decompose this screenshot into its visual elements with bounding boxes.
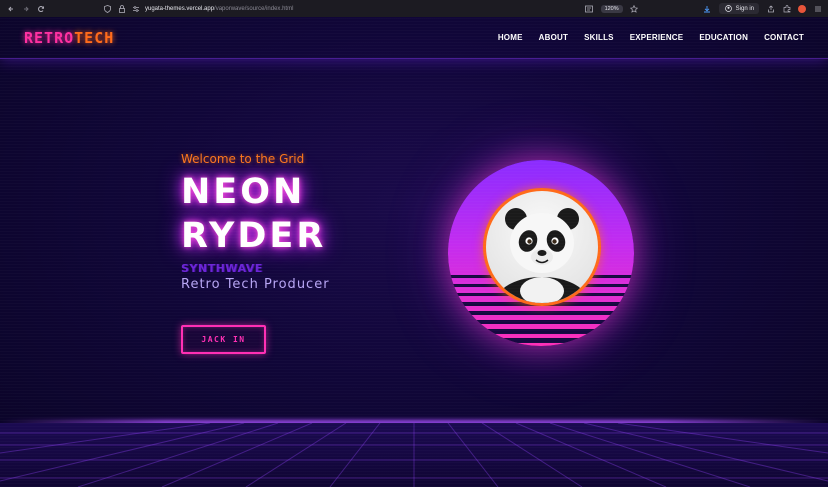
site-logo[interactable]: RETRO TECH <box>24 29 114 47</box>
site-header: RETRO TECH HOME ABOUT SKILLS EXPERIENCE … <box>0 17 828 59</box>
menu-icon[interactable] <box>813 4 822 13</box>
nav-home[interactable]: HOME <box>498 33 523 42</box>
jack-in-button[interactable]: JACK IN <box>181 325 266 354</box>
download-icon[interactable] <box>703 4 712 13</box>
nav-experience[interactable]: EXPERIENCE <box>630 33 684 42</box>
hero-name-line-2: RYDER <box>181 216 327 256</box>
zoom-level[interactable]: 120% <box>600 4 623 13</box>
sun-stripe <box>448 338 634 343</box>
sun-stripe <box>448 311 634 315</box>
grid-floor-lines <box>0 422 828 487</box>
panda-illustration <box>498 208 586 303</box>
nav-skills[interactable]: SKILLS <box>584 33 614 42</box>
permissions-icon[interactable] <box>131 4 140 13</box>
avatar-panda <box>483 188 601 306</box>
hero-welcome: Welcome to the Grid <box>181 152 305 166</box>
nav-education[interactable]: EDUCATION <box>699 33 748 42</box>
grid-floor <box>0 422 828 487</box>
address-bar[interactable]: yugata-themes.vercel.app/vaporwave/sourc… <box>103 4 579 13</box>
browser-toolbar: yugata-themes.vercel.app/vaporwave/sourc… <box>0 0 828 17</box>
sign-in-label: Sign in <box>735 5 754 12</box>
account-icon <box>724 4 733 13</box>
hero-role: Retro Tech Producer <box>181 277 330 292</box>
hero-text: Welcome to the Grid NEON RYDER SYNTHWAVE… <box>181 152 401 292</box>
nav-about[interactable]: ABOUT <box>539 33 568 42</box>
sun-stripe <box>448 320 634 324</box>
extension-icon[interactable] <box>798 4 806 13</box>
share-icon[interactable] <box>766 4 775 13</box>
sun-stripe <box>448 329 634 334</box>
bookmark-star-icon[interactable] <box>630 4 639 13</box>
logo-part-2: TECH <box>74 28 115 47</box>
reader-view-icon[interactable] <box>585 4 594 13</box>
hero-subtitle: SYNTHWAVE <box>181 262 263 275</box>
logo-part-1: RETRO <box>24 28 75 47</box>
page: RETRO TECH HOME ABOUT SKILLS EXPERIENCE … <box>0 17 828 487</box>
shield-icon[interactable] <box>103 4 112 13</box>
lock-icon[interactable] <box>117 4 126 13</box>
puzzle-icon[interactable] <box>782 4 791 13</box>
arrow-left-icon[interactable] <box>6 4 15 13</box>
main-nav: HOME ABOUT SKILLS EXPERIENCE EDUCATION C… <box>498 33 804 42</box>
arrow-right-icon[interactable] <box>21 4 30 13</box>
sign-in-button[interactable]: Sign in <box>718 3 759 14</box>
nav-contact[interactable]: CONTACT <box>764 33 804 42</box>
url-text[interactable]: yugata-themes.vercel.app/vaporwave/sourc… <box>145 6 293 12</box>
reload-icon[interactable] <box>36 4 45 13</box>
hero-name-line-1: NEON <box>181 172 306 212</box>
url-path: /vaporwave/source/index.html <box>214 5 294 12</box>
url-host: yugata-themes.vercel.app <box>145 5 215 12</box>
